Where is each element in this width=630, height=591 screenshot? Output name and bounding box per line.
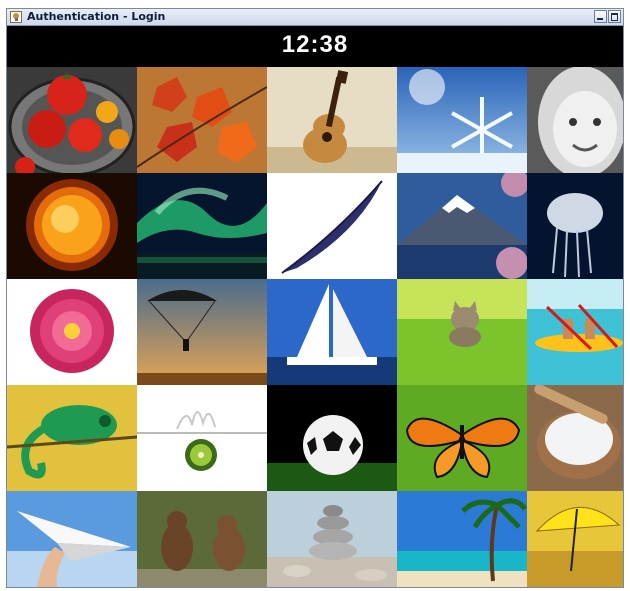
kayakers-image[interactable]	[527, 279, 623, 385]
salt-bowl-image[interactable]	[527, 385, 623, 491]
sun-image[interactable]	[7, 173, 137, 279]
snowflake-image[interactable]	[397, 67, 527, 173]
window-controls	[594, 10, 621, 23]
autumn-leaves-image[interactable]	[137, 67, 267, 173]
feather-image[interactable]	[267, 173, 397, 279]
paper-airplane-image[interactable]	[7, 491, 137, 587]
tomatoes-image[interactable]	[7, 67, 137, 173]
bear-cubs-image[interactable]	[137, 491, 267, 587]
minimize-button[interactable]	[594, 10, 607, 23]
timer-bar: 12:38	[7, 26, 623, 67]
kiwi-splash-image[interactable]	[137, 385, 267, 491]
acoustic-guitar-image[interactable]	[267, 67, 397, 173]
mount-fuji-image[interactable]	[397, 173, 527, 279]
maximize-button[interactable]	[608, 10, 621, 23]
countdown-timer: 12:38	[281, 31, 349, 58]
yellow-umbrella-image[interactable]	[527, 491, 623, 587]
dahlia-flower-image[interactable]	[7, 279, 137, 385]
kitten-image[interactable]	[397, 279, 527, 385]
login-window: Authentication - Login 12:38	[6, 8, 624, 588]
title-bar[interactable]: Authentication - Login	[7, 9, 623, 26]
picture-password-grid	[7, 67, 623, 587]
butterfly-image[interactable]	[397, 385, 527, 491]
parachute-image[interactable]	[137, 279, 267, 385]
chameleon-image[interactable]	[7, 385, 137, 491]
java-app-icon	[10, 11, 22, 23]
palm-beach-image[interactable]	[397, 491, 527, 587]
window-title: Authentication - Login	[27, 10, 166, 23]
stone-stack-image[interactable]	[267, 491, 397, 587]
smiling-girl-image[interactable]	[527, 67, 623, 173]
sailboat-image[interactable]	[267, 279, 397, 385]
northern-lights-image[interactable]	[137, 173, 267, 279]
soccer-ball-image[interactable]	[267, 385, 397, 491]
jellyfish-image[interactable]	[527, 173, 623, 279]
